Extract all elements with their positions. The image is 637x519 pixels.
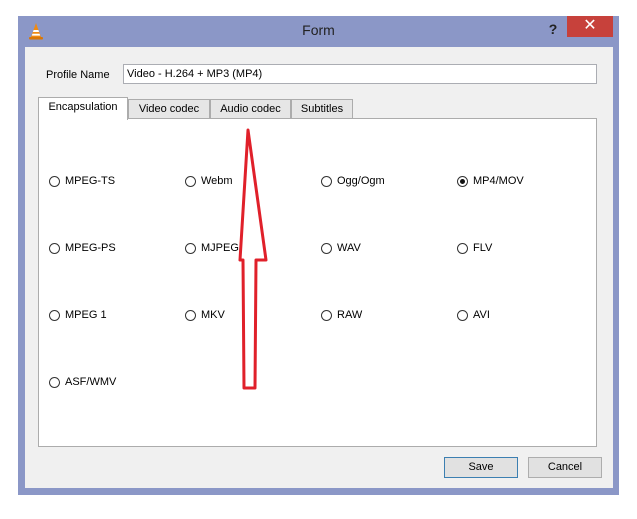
radio-circle-checked: [457, 175, 468, 187]
radio-circle: [49, 175, 60, 187]
radio-label: ASF/WMV: [65, 376, 117, 388]
radio-flv[interactable]: FLV: [457, 242, 492, 254]
radio-label: MPEG-PS: [65, 242, 116, 254]
radio-webm[interactable]: Webm: [185, 175, 233, 187]
radio-circle: [185, 242, 196, 254]
radio-circle: [321, 242, 332, 254]
radio-mjpeg[interactable]: MJPEG: [185, 242, 239, 254]
radio-label: MJPEG: [201, 242, 239, 254]
radio-label: MKV: [201, 309, 225, 321]
radio-circle: [49, 309, 60, 321]
radio-asf-wmv[interactable]: ASF/WMV: [49, 376, 116, 388]
help-button[interactable]: ?: [541, 18, 565, 40]
radio-label: Webm: [201, 175, 233, 187]
radio-mpeg-1[interactable]: MPEG 1: [49, 309, 107, 321]
title-bar[interactable]: Form ? ✕: [18, 16, 619, 46]
radio-label: FLV: [473, 242, 493, 254]
tab-audio-codec[interactable]: Audio codec: [210, 99, 291, 119]
tab-encapsulation[interactable]: Encapsulation: [38, 97, 128, 120]
form-window: Form ? ✕ Profile Name Video - H.264 + MP…: [18, 16, 619, 495]
radio-circle: [457, 242, 468, 254]
radio-label: Ogg/Ogm: [337, 175, 385, 187]
dialog-client-area: Profile Name Video - H.264 + MP3 (MP4) E…: [25, 47, 613, 488]
radio-label: RAW: [337, 309, 363, 321]
radio-circle: [49, 376, 60, 388]
radio-label: AVI: [473, 309, 490, 321]
radio-mp4-mov[interactable]: MP4/MOV: [457, 175, 524, 187]
radio-mpeg-ps[interactable]: MPEG-PS: [49, 242, 116, 254]
profile-name-label: Profile Name: [46, 69, 110, 81]
profile-name-input[interactable]: Video - H.264 + MP3 (MP4): [123, 64, 597, 84]
radio-mkv[interactable]: MKV: [185, 309, 225, 321]
radio-wav[interactable]: WAV: [321, 242, 361, 254]
radio-circle: [185, 175, 196, 187]
radio-label: MP4/MOV: [473, 175, 524, 187]
radio-avi[interactable]: AVI: [457, 309, 490, 321]
radio-raw[interactable]: RAW: [321, 309, 362, 321]
window-title: Form: [302, 22, 335, 38]
radio-circle: [185, 309, 196, 321]
save-button[interactable]: Save: [444, 457, 518, 478]
radio-circle: [321, 309, 332, 321]
radio-circle: [457, 309, 468, 321]
radio-label: WAV: [337, 242, 361, 254]
radio-circle: [49, 242, 60, 254]
cancel-button[interactable]: Cancel: [528, 457, 602, 478]
radio-label: MPEG-TS: [65, 175, 116, 187]
tab-subtitles[interactable]: Subtitles: [291, 99, 353, 119]
close-button[interactable]: ✕: [567, 16, 613, 37]
radio-label: MPEG 1: [65, 309, 107, 321]
radio-ogg-ogm[interactable]: Ogg/Ogm: [321, 175, 385, 187]
tab-video-codec[interactable]: Video codec: [128, 99, 210, 119]
encapsulation-panel: MPEG-TS Webm Ogg/Ogm MP4/MOV MPEG-PS MJP…: [38, 118, 597, 447]
radio-mpeg-ts[interactable]: MPEG-TS: [49, 175, 115, 187]
radio-circle: [321, 175, 332, 187]
